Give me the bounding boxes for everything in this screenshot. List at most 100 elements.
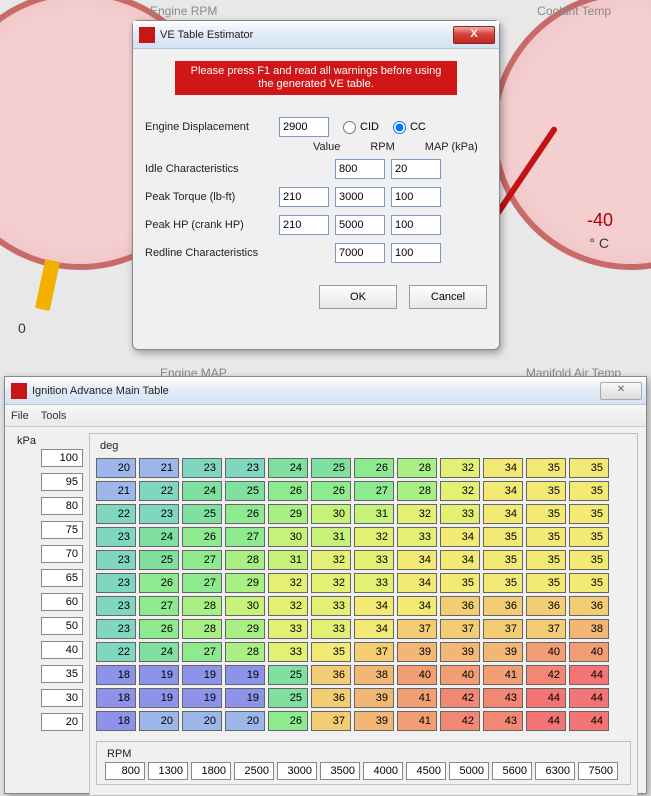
grid-cell[interactable]: 20 [182, 711, 222, 731]
menu-tools[interactable]: Tools [41, 410, 67, 422]
grid-cell[interactable]: 35 [526, 481, 566, 501]
grid-cell[interactable]: 33 [397, 527, 437, 547]
grid-cell[interactable]: 30 [225, 596, 265, 616]
kpa-input[interactable] [41, 449, 83, 467]
grid-cell[interactable]: 33 [354, 573, 394, 593]
grid-cell[interactable]: 26 [311, 481, 351, 501]
rpm-input[interactable] [105, 762, 145, 780]
grid-cell[interactable]: 32 [268, 596, 308, 616]
displacement-input[interactable] [279, 117, 329, 137]
rpm-input[interactable] [363, 762, 403, 780]
grid-cell[interactable]: 36 [569, 596, 609, 616]
kpa-input[interactable] [41, 497, 83, 515]
cancel-button[interactable]: Cancel [409, 285, 487, 309]
grid-cell[interactable]: 19 [225, 688, 265, 708]
unit-cid-radio[interactable]: CID [343, 121, 379, 134]
grid-cell[interactable]: 35 [526, 458, 566, 478]
grid-cell[interactable]: 40 [569, 642, 609, 662]
grid-cell[interactable]: 44 [526, 711, 566, 731]
kpa-input[interactable] [41, 617, 83, 635]
grid-cell[interactable]: 19 [139, 688, 179, 708]
grid-cell[interactable]: 35 [526, 504, 566, 524]
rpm-input[interactable] [535, 762, 575, 780]
kpa-input[interactable] [41, 593, 83, 611]
grid-cell[interactable]: 32 [440, 458, 480, 478]
grid-cell[interactable]: 39 [483, 642, 523, 662]
ok-button[interactable]: OK [319, 285, 397, 309]
grid-cell[interactable]: 26 [182, 527, 222, 547]
grid-cell[interactable]: 34 [440, 550, 480, 570]
grid-cell[interactable]: 23 [96, 527, 136, 547]
grid-cell[interactable]: 20 [225, 711, 265, 731]
grid-cell[interactable]: 19 [139, 665, 179, 685]
grid-cell[interactable]: 34 [483, 481, 523, 501]
grid-cell[interactable]: 36 [483, 596, 523, 616]
ign-titlebar[interactable]: Ignition Advance Main Table ✕ [5, 377, 646, 405]
grid-cell[interactable]: 35 [483, 527, 523, 547]
kpa-input[interactable] [41, 689, 83, 707]
grid-cell[interactable]: 19 [182, 665, 222, 685]
grid-cell[interactable]: 35 [569, 527, 609, 547]
grid-cell[interactable]: 40 [397, 665, 437, 685]
idle-rpm[interactable] [335, 159, 385, 179]
grid-cell[interactable]: 27 [182, 642, 222, 662]
grid-cell[interactable]: 37 [440, 619, 480, 639]
close-button[interactable]: ✕ [600, 382, 642, 400]
grid-cell[interactable]: 19 [182, 688, 222, 708]
grid-cell[interactable]: 29 [225, 619, 265, 639]
grid-cell[interactable]: 25 [182, 504, 222, 524]
kpa-input[interactable] [41, 521, 83, 539]
grid-cell[interactable]: 35 [311, 642, 351, 662]
grid-cell[interactable]: 27 [225, 527, 265, 547]
grid-cell[interactable]: 23 [139, 504, 179, 524]
rpm-input[interactable] [492, 762, 532, 780]
rpm-input[interactable] [449, 762, 489, 780]
grid-cell[interactable]: 26 [139, 573, 179, 593]
grid-cell[interactable]: 27 [139, 596, 179, 616]
grid-cell[interactable]: 35 [526, 550, 566, 570]
grid-cell[interactable]: 34 [397, 550, 437, 570]
grid-cell[interactable]: 31 [354, 504, 394, 524]
grid-cell[interactable]: 35 [569, 481, 609, 501]
grid-cell[interactable]: 35 [483, 550, 523, 570]
grid-cell[interactable]: 22 [96, 504, 136, 524]
grid-cell[interactable]: 26 [354, 458, 394, 478]
kpa-input[interactable] [41, 545, 83, 563]
rpm-input[interactable] [320, 762, 360, 780]
kpa-input[interactable] [41, 641, 83, 659]
ve-titlebar[interactable]: VE Table Estimator X [133, 21, 499, 49]
hp-value[interactable] [279, 215, 329, 235]
grid-cell[interactable]: 42 [440, 711, 480, 731]
grid-cell[interactable]: 44 [526, 688, 566, 708]
grid-cell[interactable]: 23 [96, 596, 136, 616]
grid-cell[interactable]: 33 [311, 619, 351, 639]
grid-cell[interactable]: 28 [397, 458, 437, 478]
grid-cell[interactable]: 20 [96, 458, 136, 478]
close-button[interactable]: X [453, 26, 495, 44]
grid-cell[interactable]: 33 [440, 504, 480, 524]
grid-cell[interactable]: 22 [139, 481, 179, 501]
grid-cell[interactable]: 32 [354, 527, 394, 547]
grid-cell[interactable]: 42 [440, 688, 480, 708]
grid-cell[interactable]: 44 [569, 688, 609, 708]
grid-cell[interactable]: 37 [311, 711, 351, 731]
rpm-input[interactable] [191, 762, 231, 780]
grid-cell[interactable]: 41 [483, 665, 523, 685]
grid-cell[interactable]: 41 [397, 688, 437, 708]
grid-cell[interactable]: 31 [311, 527, 351, 547]
grid-cell[interactable]: 18 [96, 688, 136, 708]
grid-cell[interactable]: 25 [225, 481, 265, 501]
grid-cell[interactable]: 23 [96, 573, 136, 593]
grid-cell[interactable]: 35 [569, 550, 609, 570]
grid-cell[interactable]: 20 [139, 711, 179, 731]
grid-cell[interactable]: 35 [569, 504, 609, 524]
grid-cell[interactable]: 25 [139, 550, 179, 570]
grid-cell[interactable]: 24 [182, 481, 222, 501]
grid-cell[interactable]: 38 [569, 619, 609, 639]
grid-cell[interactable]: 18 [96, 665, 136, 685]
grid-cell[interactable]: 28 [225, 642, 265, 662]
kpa-input[interactable] [41, 569, 83, 587]
grid-cell[interactable]: 29 [225, 573, 265, 593]
grid-cell[interactable]: 31 [268, 550, 308, 570]
redline-rpm[interactable] [335, 243, 385, 263]
